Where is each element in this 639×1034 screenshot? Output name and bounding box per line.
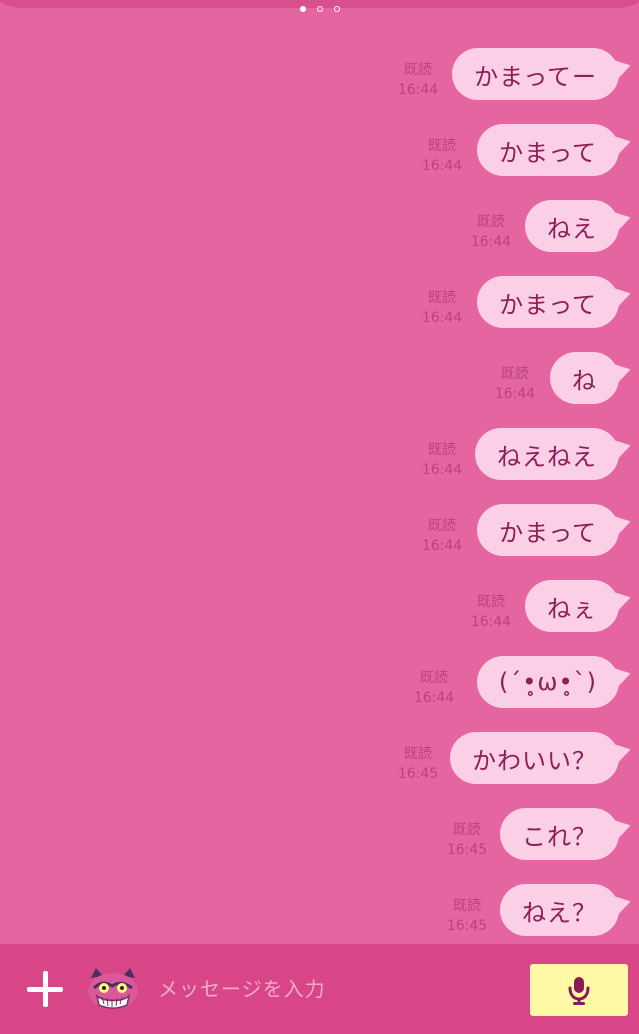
read-receipt: 既読 bbox=[428, 442, 456, 458]
message-row: 既読 16:44 ねえ bbox=[0, 200, 639, 276]
message-bubble[interactable]: かわいい？ bbox=[450, 732, 619, 784]
message-bubble[interactable]: かまって bbox=[477, 504, 619, 556]
page-dot-active bbox=[299, 6, 306, 12]
message-time: 16:45 bbox=[446, 918, 488, 934]
read-receipt: 既読 bbox=[501, 366, 529, 382]
read-receipt: 既読 bbox=[420, 670, 448, 686]
page-indicator bbox=[0, 6, 639, 16]
message-row: 既読 16:44 ね bbox=[0, 352, 639, 428]
message-time: 16:44 bbox=[421, 538, 463, 554]
message-meta: 既読 16:44 bbox=[420, 136, 464, 176]
cheshire-cat-sticker-icon[interactable] bbox=[84, 966, 142, 1012]
message-meta: 既読 16:44 bbox=[469, 212, 513, 252]
message-bubble[interactable]: これ？ bbox=[500, 808, 619, 860]
message-row: 既読 16:44 かまってー bbox=[0, 48, 639, 124]
message-meta: 既読 16:45 bbox=[445, 896, 489, 936]
read-receipt: 既読 bbox=[404, 746, 432, 762]
message-time: 16:44 bbox=[421, 158, 463, 174]
message-row: 既読 16:44 かまって bbox=[0, 504, 639, 580]
read-receipt: 既読 bbox=[477, 594, 505, 610]
message-meta: 既読 16:45 bbox=[445, 820, 489, 860]
message-meta: 既読 16:44 bbox=[412, 668, 456, 708]
message-row: 既読 16:44 (´•̥ω•̥`) bbox=[0, 656, 639, 732]
page-dot bbox=[316, 6, 323, 12]
message-bubble[interactable]: かまってー bbox=[452, 48, 619, 100]
read-receipt: 既読 bbox=[428, 290, 456, 306]
message-bubble[interactable]: かまって bbox=[477, 276, 619, 328]
message-bubble[interactable]: (´•̥ω•̥`) bbox=[476, 656, 619, 708]
message-meta: 既読 16:44 bbox=[493, 364, 537, 404]
message-input[interactable] bbox=[158, 964, 508, 1014]
read-receipt: 既読 bbox=[477, 214, 505, 230]
microphone-icon[interactable] bbox=[530, 964, 628, 1016]
message-time: 16:44 bbox=[470, 614, 512, 630]
message-time: 16:44 bbox=[470, 234, 512, 250]
message-input-bar bbox=[0, 944, 639, 1034]
read-receipt: 既読 bbox=[404, 62, 432, 78]
plus-icon[interactable] bbox=[24, 968, 66, 1010]
message-time: 16:45 bbox=[397, 766, 439, 782]
read-receipt: 既読 bbox=[428, 138, 456, 154]
message-meta: 既読 16:44 bbox=[420, 440, 464, 480]
message-time: 16:44 bbox=[421, 310, 463, 326]
message-bubble[interactable]: ねえ？ bbox=[500, 884, 619, 936]
message-bubble[interactable]: ねえ bbox=[525, 200, 619, 252]
message-time: 16:44 bbox=[413, 690, 455, 706]
read-receipt: 既読 bbox=[453, 822, 481, 838]
message-time: 16:45 bbox=[446, 842, 488, 858]
message-meta: 既読 16:45 bbox=[396, 744, 440, 784]
message-time: 16:44 bbox=[494, 386, 536, 402]
message-bubble[interactable]: ね bbox=[550, 352, 619, 404]
message-meta: 既読 16:44 bbox=[420, 516, 464, 556]
message-row: 既読 16:44 ねえねえ bbox=[0, 428, 639, 504]
message-time: 16:44 bbox=[421, 462, 463, 478]
message-row: 既読 16:45 かわいい？ bbox=[0, 732, 639, 808]
message-bubble[interactable]: かまって bbox=[477, 124, 619, 176]
message-row: 既読 16:44 かまって bbox=[0, 124, 639, 200]
message-meta: 既読 16:44 bbox=[420, 288, 464, 328]
page-dot bbox=[333, 6, 340, 12]
message-row: 既読 16:44 かまって bbox=[0, 276, 639, 352]
message-time: 16:44 bbox=[397, 82, 439, 98]
message-meta: 既読 16:44 bbox=[469, 592, 513, 632]
message-row: 既読 16:44 ねぇ bbox=[0, 580, 639, 656]
message-row: 既読 16:45 これ？ bbox=[0, 808, 639, 884]
message-meta: 既読 16:44 bbox=[396, 60, 440, 100]
message-bubble[interactable]: ねえねえ bbox=[475, 428, 619, 480]
read-receipt: 既読 bbox=[428, 518, 456, 534]
chat-message-list: 既読 16:44 かまってー 既読 16:44 かまって 既読 16:44 ねえ… bbox=[0, 48, 639, 960]
message-bubble[interactable]: ねぇ bbox=[525, 580, 619, 632]
read-receipt: 既読 bbox=[453, 898, 481, 914]
